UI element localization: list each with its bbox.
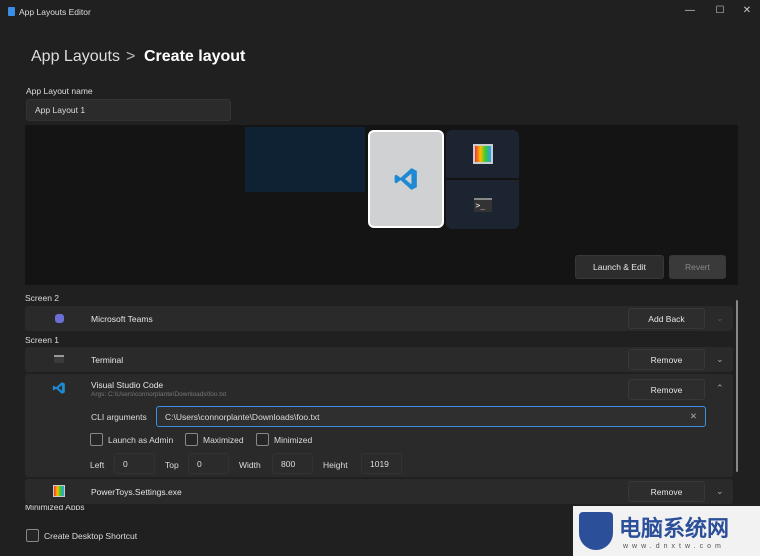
terminal-tile[interactable]: >_ bbox=[446, 180, 519, 229]
left-label: Left bbox=[90, 460, 105, 470]
powertoys-icon bbox=[53, 485, 65, 497]
watermark-text: 电脑系统网 bbox=[619, 516, 730, 541]
minimized-label: Minimized bbox=[274, 435, 313, 445]
chevron-down-icon[interactable]: ⌄ bbox=[716, 354, 724, 365]
close-button[interactable]: ✕ bbox=[740, 5, 754, 16]
maximized-checkbox[interactable] bbox=[185, 433, 198, 446]
teams-icon bbox=[55, 314, 64, 323]
left-input[interactable]: 0 bbox=[114, 453, 155, 474]
chevron-down-icon[interactable]: ⌄ bbox=[716, 486, 724, 497]
section-minimized: Minimized Apps bbox=[25, 505, 85, 510]
app-name: PowerToys.Settings.exe bbox=[91, 487, 182, 497]
window-title: App Layouts Editor bbox=[19, 7, 91, 17]
watermark: 电脑系统网 www.dnxtw.com bbox=[573, 506, 760, 556]
layout-preview: >_ Launch & Edit Revert bbox=[25, 125, 738, 285]
app-row-terminal: Terminal Remove ⌄ bbox=[25, 347, 733, 372]
app-row-vscode: Visual Studio Code Args: C:\Users\connor… bbox=[25, 374, 733, 477]
chevron-down-icon[interactable]: ⌄ bbox=[716, 313, 724, 324]
maximize-button[interactable]: ☐ bbox=[713, 5, 727, 16]
page-title: Create layout bbox=[144, 48, 246, 65]
revert-button[interactable]: Revert bbox=[669, 255, 726, 279]
top-input[interactable]: 0 bbox=[188, 453, 229, 474]
terminal-icon bbox=[54, 355, 64, 363]
launch-edit-button[interactable]: Launch & Edit bbox=[575, 255, 664, 279]
top-label: Top bbox=[165, 460, 179, 470]
watermark-logo bbox=[579, 512, 613, 550]
remove-button[interactable]: Remove bbox=[628, 349, 705, 370]
app-args: Args: C:\Users\connorplante\Downloads\fo… bbox=[91, 391, 227, 398]
cli-label: CLI arguments bbox=[91, 412, 147, 422]
minimized-checkbox[interactable] bbox=[256, 433, 269, 446]
remove-button[interactable]: Remove bbox=[628, 481, 705, 502]
app-name: Terminal bbox=[91, 355, 124, 365]
scrollbar[interactable] bbox=[736, 300, 738, 472]
watermark-url: www.dnxtw.com bbox=[623, 543, 725, 550]
width-label: Width bbox=[239, 460, 261, 470]
app-row-teams: Microsoft Teams Add Back ⌄ bbox=[25, 306, 733, 331]
layout-name-label: App Layout name bbox=[26, 86, 93, 96]
remove-button[interactable]: Remove bbox=[628, 379, 705, 400]
vscode-icon bbox=[52, 382, 65, 394]
breadcrumb-separator: > bbox=[126, 48, 136, 65]
vscode-tile[interactable] bbox=[368, 130, 444, 228]
cli-arguments-input[interactable]: C:\Users\connorplante\Downloads\foo.txt … bbox=[156, 406, 706, 427]
desktop-shortcut-checkbox[interactable] bbox=[26, 529, 39, 542]
app-name: Microsoft Teams bbox=[91, 314, 153, 324]
app-icon bbox=[8, 7, 15, 16]
chevron-up-icon[interactable]: ⌃ bbox=[716, 383, 724, 394]
cli-value: C:\Users\connorplante\Downloads\foo.txt bbox=[165, 411, 320, 422]
add-back-button[interactable]: Add Back bbox=[628, 308, 705, 329]
height-input[interactable]: 1019 bbox=[361, 453, 402, 474]
app-name: Visual Studio Code bbox=[91, 380, 164, 390]
section-screen-1: Screen 1 bbox=[25, 335, 60, 345]
desktop-shortcut-label: Create Desktop Shortcut bbox=[44, 531, 138, 541]
powertoys-tile[interactable] bbox=[446, 130, 519, 178]
app-row-powertoys: PowerToys.Settings.exe Remove ⌄ bbox=[25, 479, 733, 504]
terminal-icon: >_ bbox=[473, 197, 492, 212]
height-label: Height bbox=[323, 460, 348, 470]
screen-area bbox=[245, 127, 365, 192]
launch-admin-checkbox[interactable] bbox=[90, 433, 103, 446]
vscode-icon bbox=[394, 168, 417, 190]
width-input[interactable]: 800 bbox=[272, 453, 313, 474]
maximized-label: Maximized bbox=[203, 435, 244, 445]
title-bar: App Layouts Editor — ☐ ✕ bbox=[0, 0, 760, 24]
minimize-button[interactable]: — bbox=[683, 5, 697, 16]
layout-name-input[interactable]: App Layout 1 bbox=[26, 99, 231, 121]
breadcrumb-parent[interactable]: App Layouts bbox=[31, 48, 120, 66]
section-screen-2: Screen 2 bbox=[25, 293, 60, 303]
launch-admin-label: Launch as Admin bbox=[108, 435, 174, 445]
clear-icon[interactable]: ✕ bbox=[690, 411, 697, 422]
powertoys-icon bbox=[472, 144, 493, 164]
